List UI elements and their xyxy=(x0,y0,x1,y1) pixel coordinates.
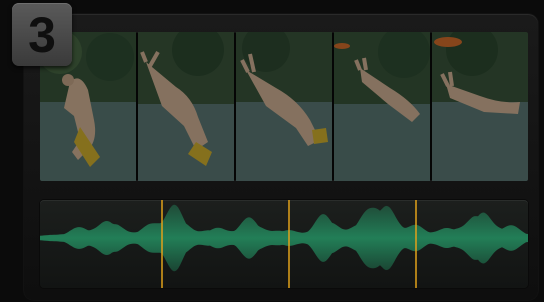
video-frame-4[interactable] xyxy=(334,32,430,181)
jumping-man-thumbnail xyxy=(432,32,528,181)
jumping-man-thumbnail xyxy=(334,32,430,181)
video-frame-3[interactable] xyxy=(236,32,332,181)
video-frame-5[interactable] xyxy=(432,32,528,181)
step-number-badge: 3 xyxy=(12,3,72,66)
step-number: 3 xyxy=(28,6,56,63)
video-frame-2[interactable] xyxy=(138,32,234,181)
audio-waveform xyxy=(40,200,528,288)
video-filmstrip[interactable] xyxy=(40,32,528,181)
waveform-shape xyxy=(40,204,528,272)
waveform-path xyxy=(40,204,528,272)
jumping-man-thumbnail xyxy=(236,32,332,181)
audio-waveform-track[interactable] xyxy=(40,200,528,288)
jumping-man-thumbnail xyxy=(138,32,234,181)
